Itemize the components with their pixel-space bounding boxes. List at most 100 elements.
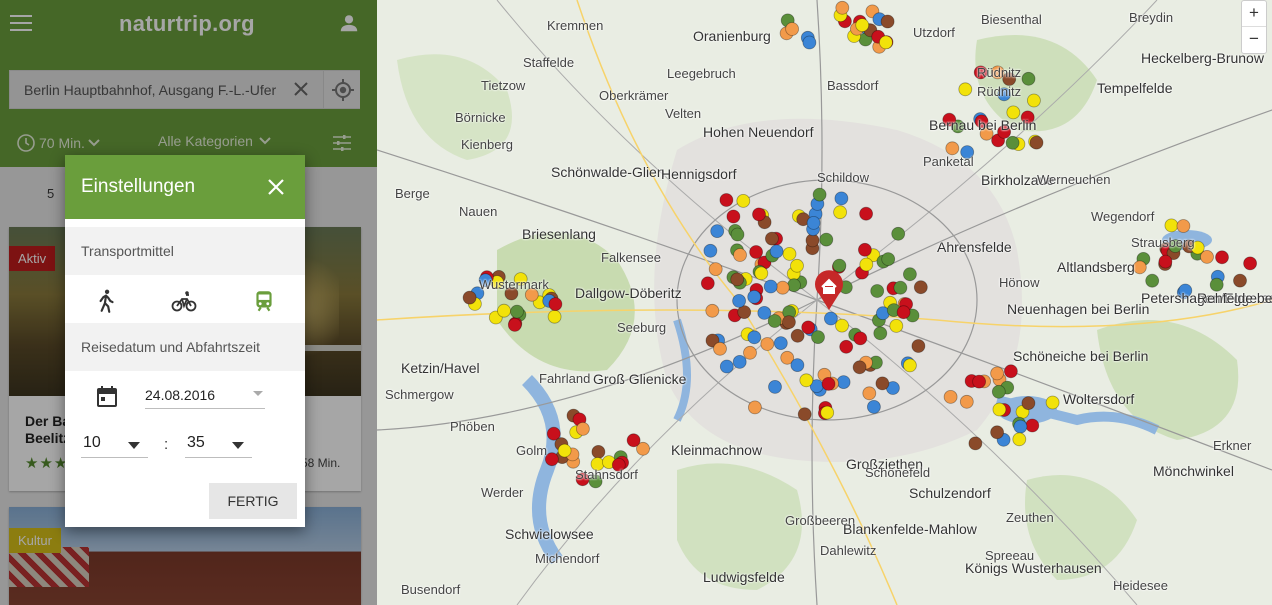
walk-icon[interactable] (93, 288, 119, 314)
poi-marker[interactable] (1176, 219, 1191, 233)
poi-marker[interactable] (799, 373, 814, 388)
poi-marker[interactable] (820, 405, 835, 420)
poi-marker[interactable] (713, 341, 727, 356)
poi-marker[interactable] (859, 257, 874, 272)
poi-marker[interactable] (819, 232, 834, 247)
poi-marker[interactable] (857, 242, 872, 257)
poi-marker[interactable] (1132, 260, 1147, 275)
poi-marker[interactable] (749, 245, 764, 259)
poi-marker[interactable] (991, 384, 1006, 399)
poi-marker[interactable] (839, 339, 854, 354)
poi-marker[interactable] (769, 244, 784, 259)
poi-marker[interactable] (732, 354, 747, 369)
poi-marker[interactable] (700, 276, 715, 291)
poi-marker[interactable] (785, 22, 800, 36)
poi-marker[interactable] (1021, 71, 1036, 86)
poi-marker[interactable] (497, 303, 511, 318)
poi-marker[interactable] (773, 336, 788, 351)
poi-marker[interactable] (1233, 273, 1247, 288)
poi-marker[interactable] (743, 345, 757, 360)
poi-marker[interactable] (811, 330, 825, 345)
poi-marker[interactable] (889, 318, 904, 333)
poi-marker[interactable] (730, 227, 745, 242)
poi-marker[interactable] (764, 231, 779, 246)
poi-marker[interactable] (896, 305, 911, 320)
map[interactable]: Kremmen Oranienburg Biesenthal Breydin Staff… (377, 0, 1272, 605)
poi-marker[interactable] (708, 262, 723, 277)
poi-marker[interactable] (958, 82, 973, 97)
poi-marker[interactable] (767, 314, 782, 328)
poi-marker[interactable] (834, 191, 849, 206)
bike-icon[interactable] (171, 288, 197, 314)
poi-marker[interactable] (747, 289, 762, 304)
poi-marker[interactable] (873, 326, 888, 341)
poi-marker[interactable] (903, 358, 917, 373)
zoom-out-button[interactable]: − (1242, 27, 1266, 53)
poi-marker[interactable] (1215, 250, 1229, 265)
poi-marker[interactable] (1164, 218, 1179, 233)
poi-marker[interactable] (719, 359, 734, 374)
date-field[interactable]: 24.08.2016 (145, 383, 265, 409)
poi-marker[interactable] (548, 297, 563, 312)
poi-marker[interactable] (870, 284, 885, 298)
poi-marker[interactable] (945, 141, 960, 156)
hour-select[interactable]: 10 (81, 434, 148, 458)
poi-marker[interactable] (812, 187, 827, 202)
minute-select[interactable]: 35 (185, 434, 252, 458)
poi-marker[interactable] (1025, 418, 1040, 433)
poi-marker[interactable] (781, 315, 796, 330)
poi-marker[interactable] (1013, 419, 1028, 434)
poi-marker[interactable] (862, 386, 877, 401)
train-icon[interactable] (251, 288, 277, 314)
poi-marker[interactable] (802, 35, 817, 50)
poi-marker[interactable] (703, 243, 718, 258)
poi-marker[interactable] (855, 18, 870, 33)
poi-marker[interactable] (775, 280, 790, 295)
poi-marker[interactable] (992, 402, 1007, 417)
poi-marker[interactable] (866, 399, 881, 414)
poi-marker[interactable] (1145, 273, 1160, 288)
poi-marker[interactable] (507, 317, 522, 332)
poi-marker[interactable] (790, 358, 805, 373)
poi-marker[interactable] (787, 278, 801, 293)
poi-marker[interactable] (990, 366, 1004, 381)
zoom-in-button[interactable]: + (1242, 1, 1266, 27)
poi-marker[interactable] (1029, 135, 1044, 150)
poi-marker[interactable] (968, 436, 983, 451)
poi-marker[interactable] (462, 290, 477, 305)
poi-marker[interactable] (754, 266, 769, 281)
poi-marker[interactable] (763, 279, 778, 294)
poi-marker[interactable] (990, 425, 1004, 440)
poi-marker[interactable] (705, 303, 720, 318)
poi-marker[interactable] (880, 14, 895, 29)
poi-marker[interactable] (790, 328, 805, 343)
poi-marker[interactable] (833, 205, 848, 220)
poi-marker[interactable] (911, 339, 926, 353)
poi-marker[interactable] (859, 206, 874, 221)
poi-marker[interactable] (557, 443, 572, 458)
close-icon[interactable] (268, 179, 284, 195)
poi-marker[interactable] (972, 374, 986, 389)
poi-marker[interactable] (836, 375, 851, 390)
poi-marker[interactable] (959, 394, 974, 409)
poi-marker[interactable] (852, 360, 867, 375)
poi-marker[interactable] (835, 0, 850, 15)
poi-marker[interactable] (547, 309, 562, 324)
poi-marker[interactable] (719, 193, 734, 207)
poi-marker[interactable] (782, 246, 797, 261)
poi-marker[interactable] (913, 280, 928, 295)
poi-marker[interactable] (752, 207, 766, 222)
poi-marker[interactable] (835, 318, 849, 333)
poi-marker[interactable] (891, 226, 906, 241)
poi-marker[interactable] (1005, 135, 1020, 150)
poi-marker[interactable] (510, 304, 524, 319)
poi-marker[interactable] (821, 376, 836, 391)
poi-marker[interactable] (878, 35, 893, 50)
poi-marker[interactable] (801, 320, 816, 335)
poi-marker[interactable] (730, 272, 745, 287)
poi-marker[interactable] (710, 224, 725, 239)
poi-marker[interactable] (903, 267, 917, 282)
poi-marker[interactable] (760, 337, 775, 351)
poi-marker[interactable] (853, 331, 868, 346)
poi-marker[interactable] (823, 311, 838, 326)
